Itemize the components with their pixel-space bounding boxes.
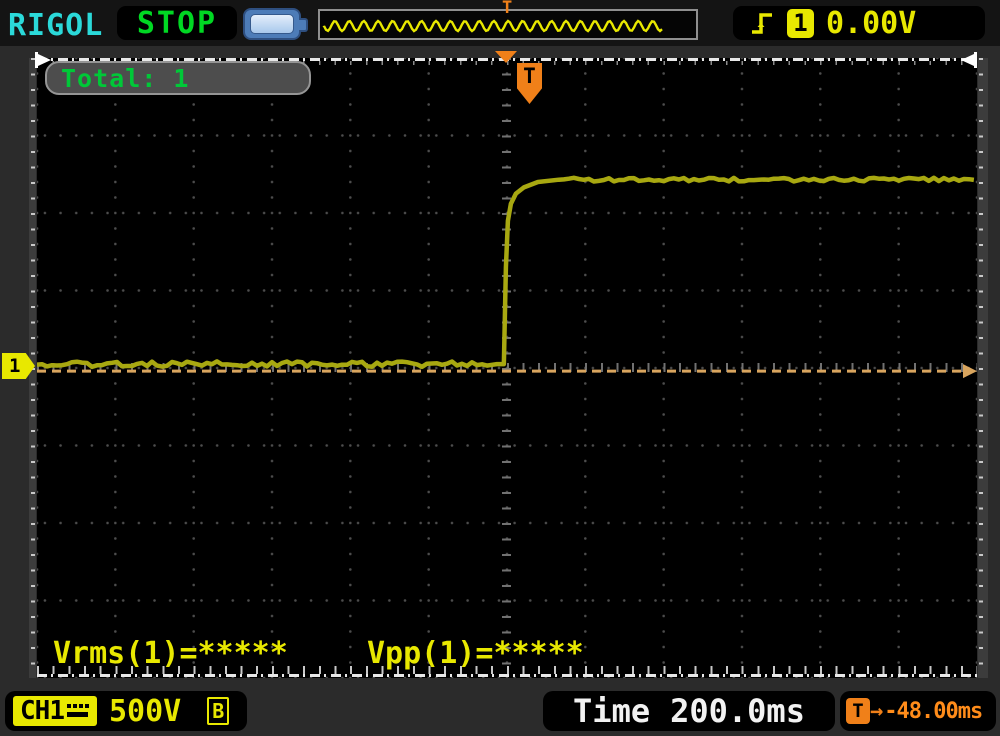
channel1-waveform [37,58,977,678]
oscilloscope-screen: RIGOL STOP T 1 0.00V [0,0,1000,736]
trigger-offset-arrow-icon: → [870,699,883,724]
right-edge-ticks [979,58,983,678]
measurement-vpp: Vpp(1)=***** [367,636,584,671]
channel1-scale-readout: 500V [109,694,181,729]
rising-edge-icon [749,10,775,36]
run-state-label: STOP [137,6,217,41]
measurement-vrms: Vrms(1)=***** [53,636,288,671]
measurement-vrms-equals: = [179,636,197,671]
trigger-offset-icon: T [846,698,870,724]
run-state-indicator[interactable]: STOP [117,6,237,40]
measurement-vrms-label: Vrms(1) [53,636,179,671]
dc-coupling-icon [66,701,90,721]
usb-storage-icon-body [250,14,294,34]
timebase-box[interactable]: Time 200.0ms [543,691,835,731]
measurement-vpp-equals: = [475,636,493,671]
right-extent-marker-arrow [961,54,974,66]
right-extent-marker [974,52,977,68]
channel1-name: CH1 [20,696,64,726]
trigger-counter-box: Total: 1 [45,61,311,95]
usb-storage-icon [243,8,301,40]
trigger-counter-label: Total: 1 [61,64,189,93]
left-extent-marker-arrow [38,54,51,66]
bandwidth-limit-badge: B [207,697,229,725]
measurement-vpp-label: Vpp(1) [367,636,475,671]
timebase-value: 200.0ms [670,692,805,730]
waveform-display-area: Total: 1 T Vrms(1)=***** Vpp(1)=***** [37,58,977,678]
trigger-offset-box[interactable]: T → -48.00ms [840,691,996,731]
measurement-vpp-value: ***** [493,636,583,671]
measurement-vrms-value: ***** [198,636,288,671]
trigger-settings-box[interactable]: 1 0.00V [733,6,985,40]
top-status-bar: RIGOL STOP T 1 0.00V [0,0,1000,46]
usb-storage-icon-plug [299,18,308,32]
trigger-source-badge: 1 [787,9,814,38]
timebase-label: Time [573,692,650,730]
trigger-position-arrow-icon[interactable] [495,51,517,63]
memory-trigger-position-marker[interactable]: T [502,0,512,18]
channel1-badge: CH1 [13,696,97,726]
rigol-logo: RIGOL [8,8,103,43]
channel1-settings-box[interactable]: CH1 500V B [5,691,247,731]
bottom-status-bar: CH1 500V B Time 200.0ms T → -48.00ms [0,688,1000,736]
trigger-level-readout: 0.00V [826,6,916,41]
trigger-offset-value: -48.00ms [884,699,982,724]
